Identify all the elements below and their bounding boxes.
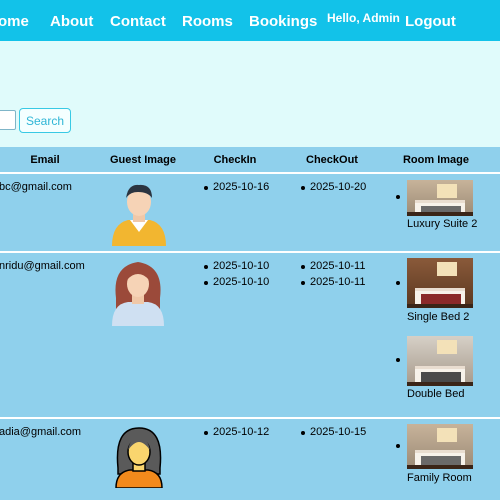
row2-checkin-1: 2025-10-10 bbox=[213, 260, 270, 272]
nav-bookings-link[interactable]: Bookings bbox=[249, 13, 317, 30]
header-room-image: Room Image bbox=[402, 154, 469, 166]
bullet bbox=[204, 265, 208, 269]
bullet bbox=[396, 444, 400, 448]
row3-email: adia@gmail.com bbox=[0, 426, 82, 438]
row2-room-name-2: Double Bed bbox=[407, 388, 465, 400]
row2-checkout-1: 2025-10-11 bbox=[310, 260, 366, 272]
row1-room-name: Luxury Suite 2 bbox=[407, 218, 478, 230]
search-input[interactable] bbox=[0, 110, 16, 130]
bullet bbox=[396, 281, 400, 285]
bullet bbox=[204, 281, 208, 285]
single-bed-room-image bbox=[407, 258, 473, 308]
row1-checkout-1: 2025-10-20 bbox=[310, 181, 367, 193]
female-avatar-icon bbox=[112, 262, 164, 326]
nav-home-link[interactable]: ome bbox=[0, 13, 29, 30]
bullet bbox=[396, 358, 400, 362]
bullet bbox=[301, 431, 305, 435]
row1-email: bc@gmail.com bbox=[0, 181, 72, 193]
male-avatar-icon bbox=[112, 184, 166, 246]
bullet bbox=[301, 281, 305, 285]
row1-checkin-1: 2025-10-16 bbox=[213, 181, 270, 193]
female-avatar-icon bbox=[115, 427, 163, 488]
row2-checkout-2: 2025-10-11 bbox=[310, 276, 366, 288]
bullet bbox=[301, 265, 305, 269]
bullet bbox=[204, 186, 208, 190]
header-divider bbox=[0, 172, 500, 174]
nav-logout-link[interactable]: Logout bbox=[405, 13, 456, 30]
row2-checkin-2: 2025-10-10 bbox=[213, 276, 270, 288]
bullet bbox=[396, 195, 400, 199]
header-checkout: CheckOut bbox=[306, 154, 358, 166]
user-greeting: Hello, Admin bbox=[327, 11, 400, 25]
header-email: Email bbox=[30, 154, 60, 166]
nav-about-link[interactable]: About bbox=[50, 13, 93, 30]
row2-email: nridu@gmail.com bbox=[0, 260, 85, 272]
row3-checkin-1: 2025-10-12 bbox=[213, 426, 270, 438]
family-room-image bbox=[407, 424, 473, 469]
row3-checkout-1: 2025-10-15 bbox=[310, 426, 367, 438]
row-divider bbox=[0, 251, 500, 253]
header-guest-image: Guest Image bbox=[109, 154, 177, 166]
bullet bbox=[204, 431, 208, 435]
navbar: ome About Contact Rooms Bookings Hello, … bbox=[0, 0, 500, 41]
search-button[interactable]: Search bbox=[19, 108, 71, 133]
header-checkin: CheckIn bbox=[213, 154, 257, 166]
row2-room-name-1: Single Bed 2 bbox=[407, 311, 470, 323]
row-divider bbox=[0, 417, 500, 419]
row3-room-name: Family Room bbox=[407, 472, 472, 484]
nav-contact-link[interactable]: Contact bbox=[110, 13, 166, 30]
luxury-suite-room-image bbox=[407, 180, 473, 216]
bullet bbox=[301, 186, 305, 190]
double-bed-room-image bbox=[407, 336, 473, 386]
nav-rooms-link[interactable]: Rooms bbox=[182, 13, 233, 30]
